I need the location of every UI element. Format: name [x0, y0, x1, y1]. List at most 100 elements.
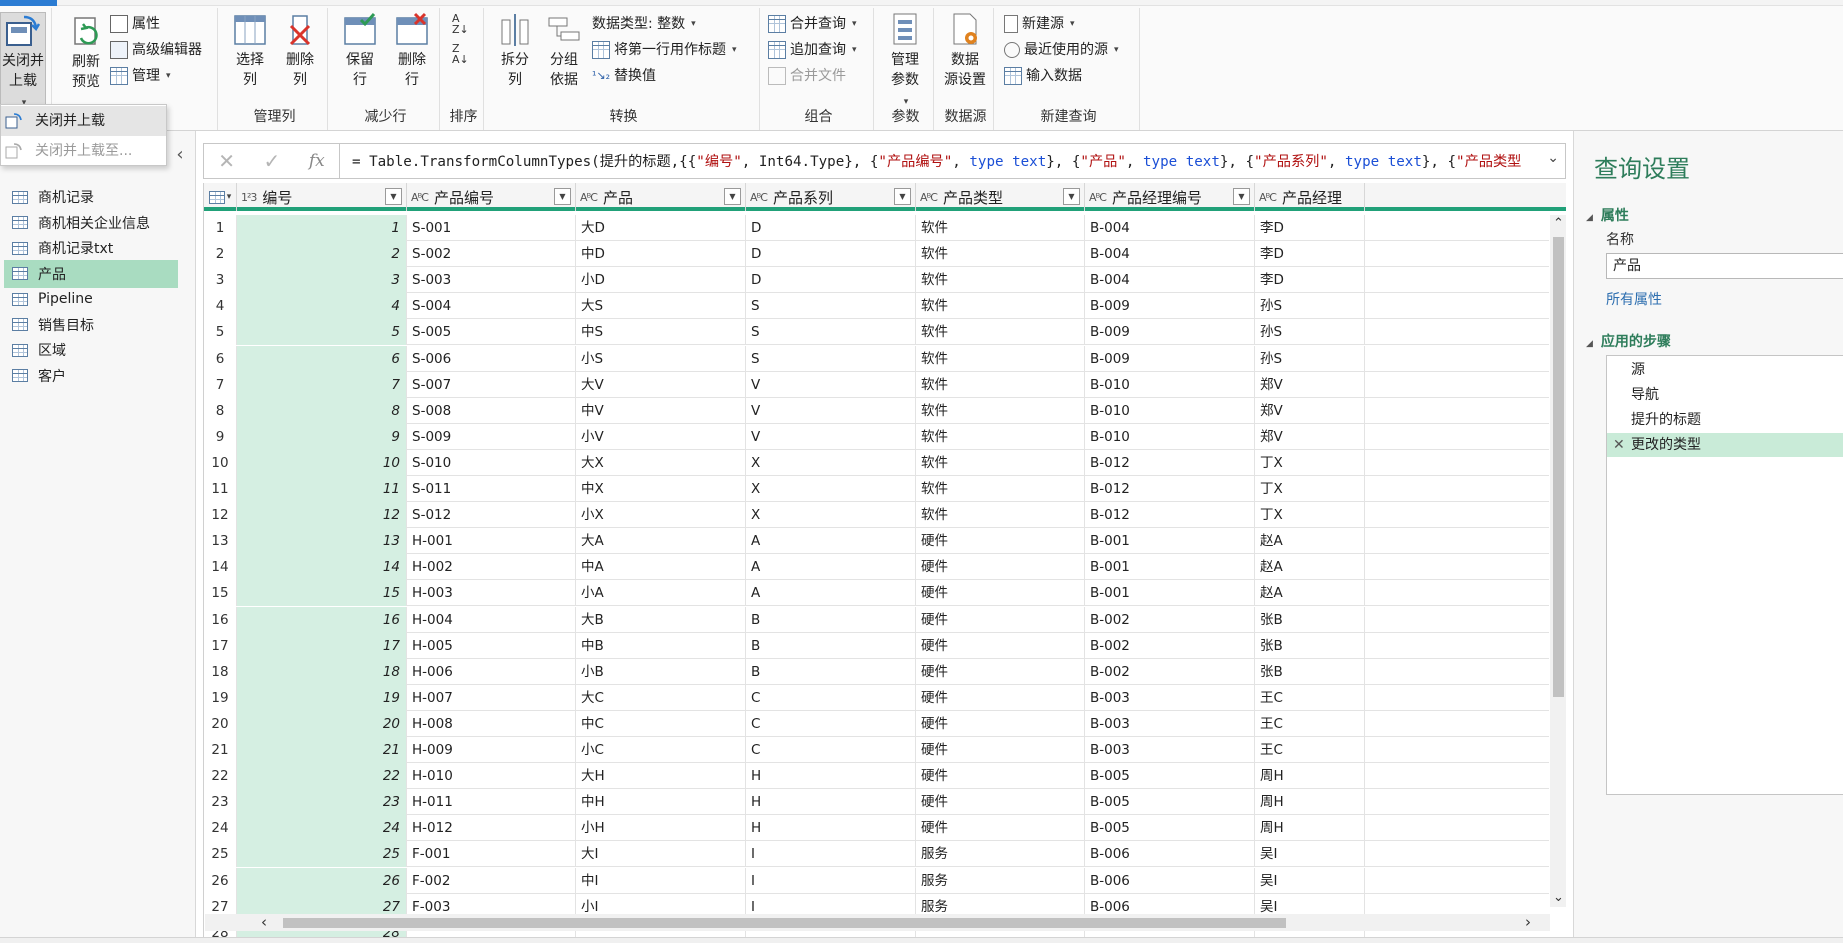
table-cell[interactable]: H-012 [407, 815, 576, 842]
table-cell[interactable]: 6 [237, 345, 407, 372]
table-cell[interactable]: B-004 [1085, 241, 1255, 268]
table-cell[interactable]: 25 [237, 841, 407, 868]
all-properties-link[interactable]: 所有属性 [1606, 289, 1662, 309]
table-cell[interactable]: A [746, 528, 916, 555]
table-cell[interactable]: B [746, 606, 916, 633]
table-cell[interactable]: S [746, 345, 916, 372]
table-cell[interactable]: H-007 [407, 684, 576, 711]
table-cell[interactable]: B [746, 632, 916, 659]
table-cell[interactable]: 中B [576, 632, 746, 659]
query-item[interactable]: 区域 [4, 336, 178, 364]
collapse-pane-icon[interactable]: ‹ [170, 145, 190, 165]
table-cell[interactable]: C [746, 737, 916, 763]
menu-item-close-and-load[interactable]: 关闭并上载 [1, 106, 166, 136]
table-cell[interactable]: D [746, 267, 916, 294]
table-cell[interactable]: C [746, 710, 916, 737]
sort-descending-button[interactable]: Z A↓ [452, 42, 469, 66]
scroll-up-icon[interactable]: ⌃ [1550, 215, 1566, 233]
row-number[interactable]: 7 [204, 371, 237, 398]
table-cell[interactable]: H-001 [407, 528, 576, 555]
query-item[interactable]: 商机相关企业信息 [4, 209, 178, 237]
table-cell[interactable]: 小C [576, 737, 746, 763]
table-cell[interactable]: 9 [237, 423, 407, 450]
split-column-button[interactable]: 拆分 列 [492, 12, 538, 90]
table-cell[interactable]: S [746, 293, 916, 320]
table-cell[interactable]: S-001 [407, 215, 576, 241]
table-cell[interactable]: B-003 [1085, 710, 1255, 737]
table-cell[interactable]: 中V [576, 397, 746, 424]
table-cell[interactable]: B-010 [1085, 423, 1255, 450]
column-filter-icon[interactable]: ▼ [724, 188, 741, 205]
horizontal-scroll-thumb[interactable] [283, 918, 1286, 928]
table-cell[interactable]: A [746, 554, 916, 581]
table-cell[interactable]: S-003 [407, 267, 576, 294]
manage-parameters-button[interactable]: 管理 参数 ▾ [880, 12, 930, 112]
table-cell[interactable]: 22 [237, 763, 407, 790]
table-cell[interactable]: 12 [237, 502, 407, 529]
close-and-load-button[interactable]: 关闭并 上载 ▾ [0, 12, 46, 108]
column-filter-icon[interactable]: ▼ [894, 188, 911, 205]
table-cell[interactable]: 大V [576, 371, 746, 398]
whole-number-type-icon[interactable]: 1²3 [241, 191, 257, 204]
table-cell[interactable]: 服务 [916, 841, 1085, 868]
row-number[interactable]: 5 [204, 319, 237, 346]
table-cell[interactable]: 18 [237, 658, 407, 685]
table-cell[interactable]: H-005 [407, 632, 576, 659]
table-cell[interactable]: 11 [237, 476, 407, 502]
applied-step[interactable]: 源 [1607, 358, 1843, 382]
applied-step[interactable]: 导航 [1607, 383, 1843, 407]
table-cell[interactable]: 孙S [1255, 345, 1365, 372]
text-type-icon[interactable]: AᴮC [1259, 191, 1277, 204]
table-cell[interactable]: H-010 [407, 763, 576, 790]
table-cell[interactable]: B-012 [1085, 449, 1255, 476]
table-cell[interactable]: 15 [237, 580, 407, 607]
row-number[interactable]: 4 [204, 293, 237, 320]
table-cell[interactable]: B-001 [1085, 580, 1255, 607]
row-number[interactable]: 12 [204, 502, 237, 529]
table-cell[interactable]: 中A [576, 554, 746, 581]
table-cell[interactable]: I [746, 841, 916, 868]
column-header[interactable]: AᴮC 产品 ▼ [576, 183, 746, 211]
table-cell[interactable]: 硬件 [916, 606, 1085, 633]
table-cell[interactable]: 大I [576, 841, 746, 868]
combine-files-button[interactable]: 合并文件 [768, 64, 846, 88]
enter-data-button[interactable]: 输入数据 [1004, 64, 1082, 88]
table-cell[interactable]: B-001 [1085, 528, 1255, 555]
table-cell[interactable]: 硬件 [916, 684, 1085, 711]
table-cell[interactable]: 23 [237, 789, 407, 816]
table-cell[interactable]: 王C [1255, 684, 1365, 711]
table-cell[interactable]: B-004 [1085, 267, 1255, 294]
row-number[interactable]: 24 [204, 815, 237, 842]
table-cell[interactable]: 张B [1255, 658, 1365, 685]
table-cell[interactable]: 丁X [1255, 502, 1365, 529]
table-cell[interactable]: 小B [576, 658, 746, 685]
table-cell[interactable]: 小S [576, 345, 746, 372]
table-cell[interactable]: 软件 [916, 319, 1085, 346]
table-cell[interactable]: B-001 [1085, 554, 1255, 581]
table-cell[interactable]: B-005 [1085, 815, 1255, 842]
table-cell[interactable]: 软件 [916, 293, 1085, 320]
text-type-icon[interactable]: AᴮC [1089, 191, 1107, 204]
table-cell[interactable]: 17 [237, 632, 407, 659]
table-cell[interactable]: 软件 [916, 267, 1085, 294]
table-cell[interactable]: I [746, 867, 916, 894]
table-cell[interactable]: 软件 [916, 449, 1085, 476]
table-cell[interactable]: 14 [237, 554, 407, 581]
manage-button[interactable]: 管理 ▾ [110, 64, 171, 88]
table-cell[interactable]: 10 [237, 449, 407, 476]
table-cell[interactable]: H-002 [407, 554, 576, 581]
table-cell[interactable]: 大H [576, 763, 746, 790]
applied-step[interactable]: ✕ 更改的类型 [1607, 433, 1843, 457]
table-cell[interactable]: 大X [576, 449, 746, 476]
table-cell[interactable]: 硬件 [916, 710, 1085, 737]
data-type-dropdown[interactable]: 数据类型: 整数 ▾ [592, 12, 696, 36]
table-cell[interactable]: B-005 [1085, 763, 1255, 790]
row-number[interactable]: 21 [204, 737, 237, 763]
table-cell[interactable]: 软件 [916, 345, 1085, 372]
row-number[interactable]: 22 [204, 763, 237, 790]
table-cell[interactable]: H [746, 789, 916, 816]
table-cell[interactable]: 中H [576, 789, 746, 816]
table-cell[interactable]: B-003 [1085, 737, 1255, 763]
table-cell[interactable]: 2 [237, 241, 407, 268]
column-header[interactable]: AᴮC 产品经理编号 ▼ [1085, 183, 1255, 211]
